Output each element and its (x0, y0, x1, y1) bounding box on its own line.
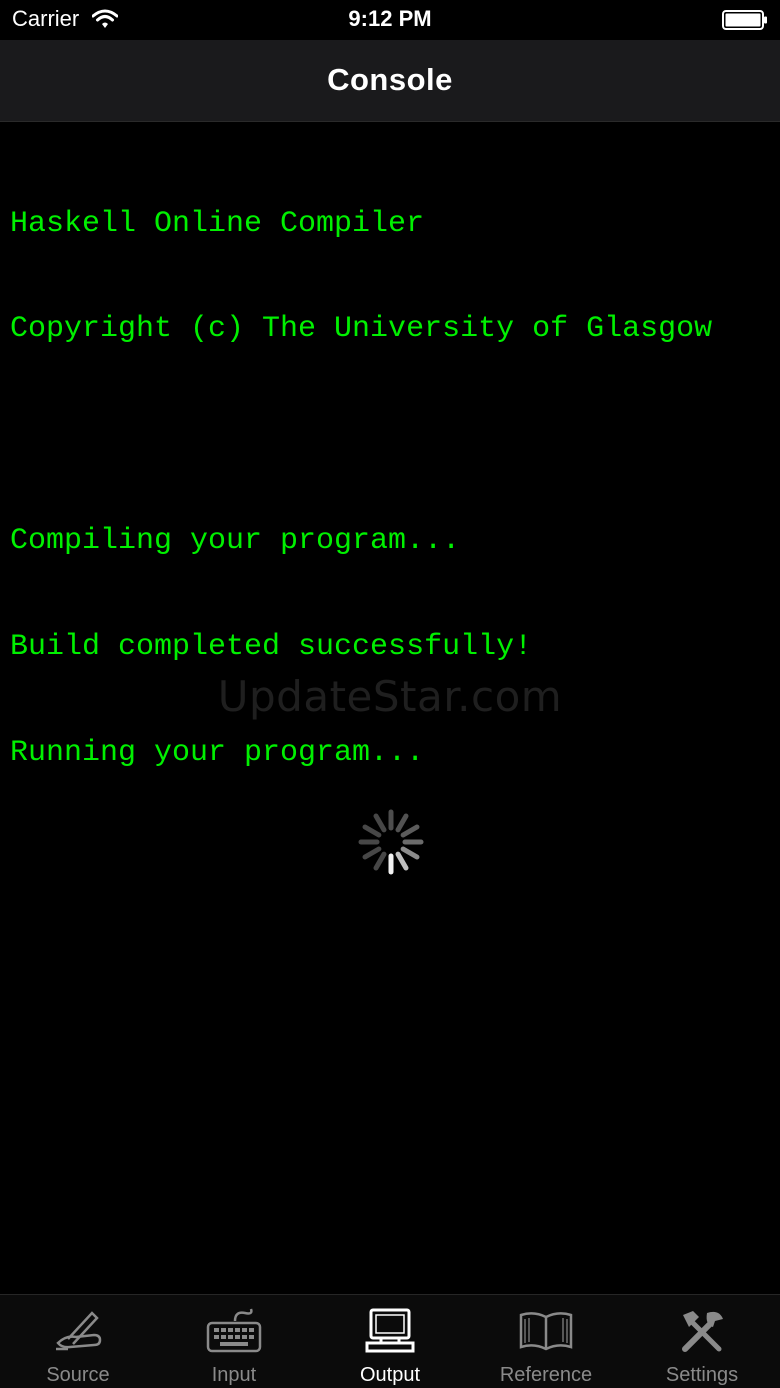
tab-settings[interactable]: Settings (624, 1295, 780, 1388)
status-bar: Carrier 9:12 PM (0, 0, 780, 40)
tab-input[interactable]: Input (156, 1295, 312, 1388)
tab-label: Source (46, 1364, 110, 1386)
pen-hand-icon (56, 1311, 102, 1351)
tab-label: Output (359, 1364, 421, 1386)
activity-spinner-icon (358, 809, 424, 875)
console-line: Haskell Online Compiler (10, 206, 425, 241)
keyboard-icon (206, 1308, 262, 1353)
console-line: Copyright (c) The University of Glasgow (10, 312, 713, 347)
tools-icon (682, 1311, 723, 1352)
status-time: 9:12 PM (348, 6, 432, 31)
tab-reference[interactable]: Reference (468, 1295, 624, 1388)
tab-label: Settings (665, 1364, 739, 1386)
console-line: Running your program... (10, 736, 425, 771)
page-title: Console (327, 62, 453, 97)
computer-icon (365, 1308, 415, 1353)
tab-bar: Source Input Output Reference Settings (0, 1294, 780, 1388)
tab-output[interactable]: Output (312, 1295, 468, 1388)
tab-source[interactable]: Source (0, 1295, 156, 1388)
navigation-bar: Console (0, 40, 780, 122)
watermark: UpdateStar.com (217, 672, 563, 721)
book-icon (519, 1312, 573, 1351)
console-line: Build completed successfully! (10, 630, 533, 665)
tab-label: Reference (499, 1364, 593, 1386)
console-line: Compiling your program... (10, 524, 461, 559)
battery-icon (722, 10, 767, 30)
tab-label: Input (211, 1364, 257, 1386)
